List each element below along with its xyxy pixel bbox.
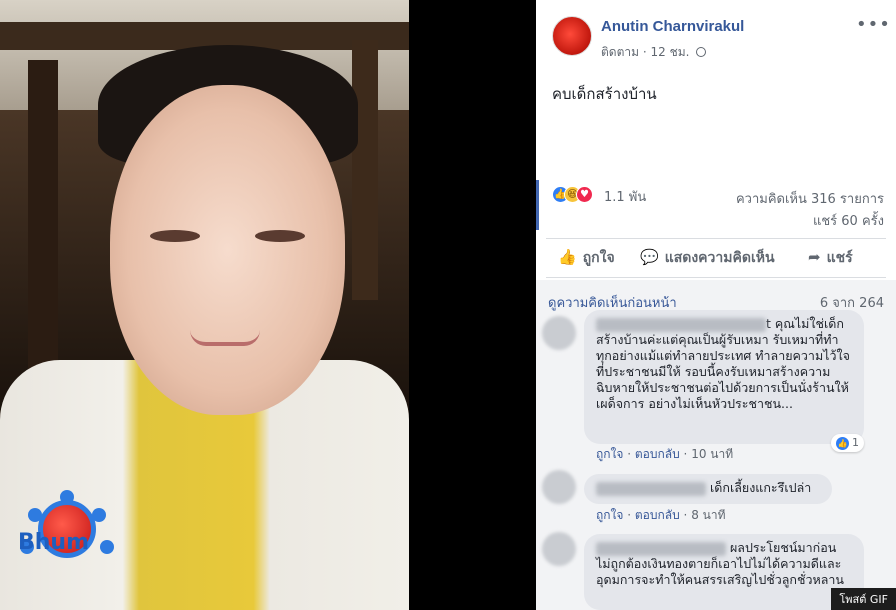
author-name[interactable]: Anutin Charnvirakul: [601, 18, 744, 35]
comments-section: ดูความคิดเห็นก่อนหน้า 6 จาก 264 t คุณไม่…: [536, 280, 896, 610]
comments-count[interactable]: ความคิดเห็น 316 รายการ: [736, 188, 884, 209]
share-icon: ➦: [808, 248, 821, 266]
post-photo[interactable]: Bhum: [0, 0, 409, 610]
comment-like-link[interactable]: ถูกใจ: [596, 447, 623, 461]
comment-time[interactable]: 8 นาที: [691, 508, 725, 522]
comment-time[interactable]: 10 นาที: [691, 447, 733, 461]
party-logo-badge: Bhum: [18, 490, 114, 600]
post-text: คบเด็กสร้างบ้าน: [552, 85, 657, 103]
comment-reaction-count[interactable]: 👍 1: [831, 434, 864, 452]
commenter-avatar[interactable]: [542, 532, 576, 566]
post-timestamp[interactable]: 12 ชม.: [651, 45, 690, 59]
post-gif-button[interactable]: โพสต์ GIF: [831, 588, 896, 610]
comment-text: สร้างบ้านค่ะแต่คุณเป็นผู้รับเหมา รับเหมา…: [596, 332, 850, 411]
comment-text-first: คุณไม่ใช่เด็ก: [774, 316, 844, 331]
commenter-name[interactable]: [596, 541, 726, 556]
like-icon: 👍: [836, 437, 849, 450]
comment-bubble: t คุณไม่ใช่เด็ก สร้างบ้านค่ะแต่คุณเป็นผู…: [584, 310, 864, 452]
follow-link[interactable]: ติดตาม: [601, 45, 639, 59]
comment-text: เด็กเลี้ยงแกะรึเปล่า: [709, 480, 812, 495]
post-header: Anutin Charnvirakul ติดตาม · 12 ชม. •••: [536, 0, 896, 70]
post-actions: 👍 ถูกใจ 💬 แสดงความคิดเห็น ➦ แชร์: [546, 238, 886, 278]
comment-actions: ถูกใจ · ตอบกลับ · 8 นาที: [596, 508, 726, 522]
reaction-icons[interactable]: 👍 😆 ♥: [552, 186, 606, 204]
share-button[interactable]: ➦ แชร์: [808, 247, 853, 269]
post-side-panel: Anutin Charnvirakul ติดตาม · 12 ชม. ••• …: [536, 0, 896, 610]
globe-icon: [696, 47, 707, 57]
comment-actions: ถูกใจ · ตอบกลับ · 10 นาที: [596, 447, 734, 461]
post-meta: ติดตาม · 12 ชม.: [601, 43, 707, 62]
author-avatar[interactable]: [552, 16, 592, 56]
like-button[interactable]: 👍 ถูกใจ: [558, 247, 615, 269]
comment-bubble: เด็กเลี้ยงแกะรึเปล่า: [584, 474, 832, 504]
focus-indicator: [536, 180, 539, 230]
more-options-icon[interactable]: •••: [856, 14, 891, 35]
comment-like-link[interactable]: ถูกใจ: [596, 508, 623, 522]
comment-reply-link[interactable]: ตอบกลับ: [635, 447, 680, 461]
commenter-name[interactable]: [596, 317, 766, 332]
commenter-avatar[interactable]: [542, 316, 576, 350]
comment-bubble: ผลประโยชน์มาก่อน ไม่ถูกต้องเงินทองตายก็เ…: [584, 534, 864, 610]
shares-count[interactable]: แชร์ 60 ครั้ง: [813, 210, 884, 231]
thumbs-up-icon: 👍: [558, 248, 577, 266]
comment-text-first: ผลประโยชน์มาก่อน: [729, 540, 837, 555]
comment-reply-link[interactable]: ตอบกลับ: [635, 508, 680, 522]
photo-subject-face: [110, 85, 345, 415]
comment-button[interactable]: 💬 แสดงความคิดเห็น: [640, 247, 775, 269]
commenter-avatar[interactable]: [542, 470, 576, 504]
commenter-name[interactable]: [596, 481, 706, 496]
reaction-count[interactable]: 1.1 พัน: [604, 186, 646, 207]
post-stats: 👍 😆 ♥ 1.1 พัน ความคิดเห็น 316 รายการ แชร…: [536, 178, 896, 230]
comment-text: ไม่ถูกต้องเงินทองตายก็เอาไปไม่ได้ความดีแ…: [596, 556, 844, 587]
love-reaction-icon: ♥: [576, 186, 593, 203]
comment-icon: 💬: [640, 248, 659, 266]
